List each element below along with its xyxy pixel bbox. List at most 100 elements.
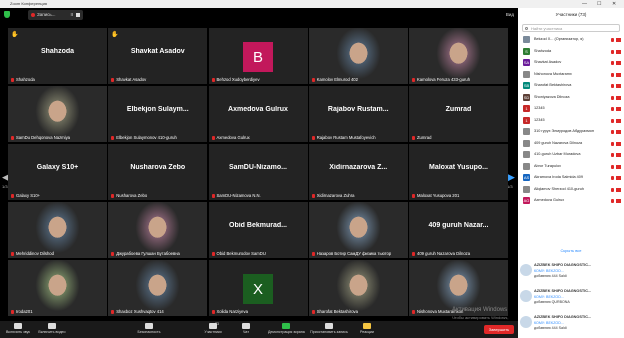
tile-display-name: Maloxat Yusupo...: [429, 164, 488, 171]
muted-mic-icon[interactable]: [611, 164, 614, 169]
toolbar-button-security-shield[interactable]: Безопасность: [132, 321, 166, 338]
video-off-icon[interactable]: [616, 130, 621, 134]
muted-mic-icon[interactable]: [611, 187, 614, 192]
muted-mic-icon: [211, 77, 215, 82]
participant-row[interactable]: AG Axmedova Gulrux: [518, 195, 624, 207]
participant-tile[interactable]: Sharofat Bektashirova: [308, 260, 408, 316]
participant-tile[interactable]: Kamolov Elmurod 402: [308, 28, 408, 84]
video-off-icon[interactable]: [616, 72, 621, 77]
participant-tile[interactable]: X Xolida Narziyeva: [208, 260, 308, 316]
participant-tile[interactable]: Elbekjon Sulaym... Elbekjon Sulaymonov 41…: [108, 86, 208, 142]
collapse-all-link[interactable]: Скрыть все: [518, 248, 624, 253]
maximize-button[interactable]: ☐: [597, 0, 601, 8]
muted-mic-icon[interactable]: [611, 61, 614, 65]
participant-tile[interactable]: B Behzod Xudoyberdiyev: [208, 28, 308, 84]
avatar: X: [243, 274, 273, 304]
participant-row[interactable]: Aliqlamov Sherzod 410-guruh: [518, 184, 624, 196]
toolbar-button-share-screen[interactable]: Демонстрация экрана: [268, 321, 305, 338]
video-off-icon[interactable]: [616, 187, 621, 192]
muted-mic-icon[interactable]: [611, 130, 614, 134]
muted-mic-icon[interactable]: [611, 38, 614, 42]
close-button[interactable]: ✕: [612, 0, 616, 8]
pause-recording-button[interactable]: II: [70, 10, 73, 20]
toolbar-button-chat[interactable]: Чат: [236, 321, 256, 338]
participant-tile[interactable]: Maloxat Yusupo... Maloxat Yusupova 201: [409, 144, 508, 200]
video-off-icon[interactable]: [616, 84, 621, 88]
participant-row[interactable]: 1 12345: [518, 115, 624, 127]
participant-row[interactable]: 310 гурух Элмуродов Абдурахмон: [518, 126, 624, 138]
participant-tile[interactable]: Zumrad Zumrad: [409, 86, 508, 142]
participant-search-input[interactable]: Найти участника: [522, 24, 620, 32]
participant-name: 310 гурух Элмуродов Абдурахмон: [534, 129, 594, 133]
participant-row[interactable]: S Shahzoda: [518, 46, 624, 58]
participant-tile[interactable]: Rajabov Rustam... Rajabov Rustam Mustafoy…: [308, 86, 408, 142]
participant-tile[interactable]: Xidirnazarova Z... Xidirnazarova Zuhra: [308, 144, 408, 200]
muted-mic-icon[interactable]: [611, 49, 614, 54]
participant-row[interactable]: Bekzod X... (Организатор, я): [518, 34, 624, 46]
participant-tile[interactable]: Shaxboz Xushvaqtov 414: [108, 260, 208, 316]
toolbar-button-reactions[interactable]: Реакции: [356, 321, 378, 338]
tile-name-text: Kamolova Feruza 433-guruh: [417, 77, 471, 82]
participant-row[interactable]: SB Sharofat Bektashirova: [518, 80, 624, 92]
next-page-arrow-icon[interactable]: ▶: [508, 172, 515, 183]
muted-mic-icon[interactable]: [611, 118, 614, 123]
minimize-button[interactable]: —: [582, 0, 587, 8]
video-off-icon[interactable]: [616, 141, 621, 146]
muted-mic-icon: [311, 251, 315, 256]
participant-tile[interactable]: Джурабоева Гулшан Бутабоевна: [108, 202, 208, 258]
toolbar-button-pause-record[interactable]: Приостановить запись: [306, 321, 352, 338]
security-shield-icon[interactable]: [4, 11, 10, 18]
view-button[interactable]: Вид: [506, 8, 514, 22]
participant-row[interactable]: Abror Turapulov: [518, 161, 624, 173]
video-off-icon[interactable]: [616, 176, 621, 180]
participant-row[interactable]: SD Shoniyazova Dilnoza: [518, 92, 624, 104]
video-off-icon[interactable]: [616, 164, 621, 169]
muted-mic-icon[interactable]: [611, 107, 614, 111]
participant-tile[interactable]: Axmedova Gulrux Axmedova Gulrux: [208, 86, 308, 142]
video-off-icon[interactable]: [616, 95, 621, 100]
toolbar-button-video-camera[interactable]: Включить видео: [36, 321, 68, 338]
participant-tile[interactable]: Iroda201: [8, 260, 107, 316]
toolbar-button-microphone[interactable]: Включить звук: [4, 321, 32, 338]
toolbar-button-participants[interactable]: Участники 73: [198, 321, 228, 338]
muted-mic-icon: [211, 251, 215, 256]
muted-mic-icon[interactable]: [611, 72, 614, 77]
video-off-icon[interactable]: [616, 38, 621, 42]
participant-row[interactable]: 409 guruh Nazarova Dilnoza: [518, 138, 624, 150]
participant-tile[interactable]: Galaxy S10+ Galaxy S10+: [8, 144, 107, 200]
stop-recording-button[interactable]: [76, 13, 80, 17]
participant-row[interactable]: SA Shavkat Asadov: [518, 57, 624, 69]
muted-mic-icon[interactable]: [611, 176, 614, 180]
muted-mic-icon: [412, 135, 415, 140]
tile-display-name: SamDU-Nizamo...: [229, 164, 287, 171]
muted-mic-icon[interactable]: [611, 95, 614, 100]
participant-tile[interactable]: Назаров Ботир СамДУ физика тьютор: [308, 202, 408, 258]
tile-name-label: Elbekjon Sulaymonov 410-guruh: [111, 135, 204, 140]
video-off-icon[interactable]: [616, 61, 621, 65]
participant-row[interactable]: AS Akramova Iroda Salmida 409: [518, 172, 624, 184]
video-off-icon[interactable]: [616, 49, 621, 54]
video-off-icon[interactable]: [616, 153, 621, 157]
video-off-icon[interactable]: [616, 118, 621, 123]
participant-video: [8, 202, 107, 258]
participant-tile[interactable]: ✋ Shavkat Asadov Shavkat Asadov: [108, 28, 208, 84]
participant-tile[interactable]: SamDu Dehqonova Nazmiya: [8, 86, 107, 142]
participant-tile[interactable]: Kamolova Feruza 433-guruh: [409, 28, 508, 84]
participant-tile[interactable]: Obid Bekmurad... Obid Bekmurodov SamDU: [208, 202, 308, 258]
muted-mic-icon[interactable]: [611, 199, 614, 203]
muted-mic-icon[interactable]: [611, 84, 614, 88]
participant-row[interactable]: 410-guruh Uzbar Muradova: [518, 149, 624, 161]
participant-row[interactable]: Nishonova Muxtaramx: [518, 69, 624, 81]
video-off-icon[interactable]: [616, 199, 621, 203]
video-off-icon[interactable]: [616, 107, 621, 111]
participant-row[interactable]: 1 12345: [518, 103, 624, 115]
participant-tile[interactable]: Nusharova Zebo Nusharova Zebo: [108, 144, 208, 200]
end-meeting-button[interactable]: Завершить: [484, 325, 514, 334]
participant-tile[interactable]: SamDU-Nizamo... SamDU-Nizamova N.N.: [208, 144, 308, 200]
participant-tile[interactable]: Mehriddinov Dilshod: [8, 202, 107, 258]
muted-mic-icon[interactable]: [611, 141, 614, 146]
participant-tile[interactable]: 409 guruh Nazar... 409 guruh Nazarova Dil…: [409, 202, 508, 258]
gallery-grid: ✋ Shahzoda Shahzoda ✋ Shavkat Asadov Shavkat …: [8, 28, 508, 316]
participant-tile[interactable]: ✋ Shahzoda Shahzoda: [8, 28, 107, 84]
muted-mic-icon[interactable]: [611, 153, 614, 157]
